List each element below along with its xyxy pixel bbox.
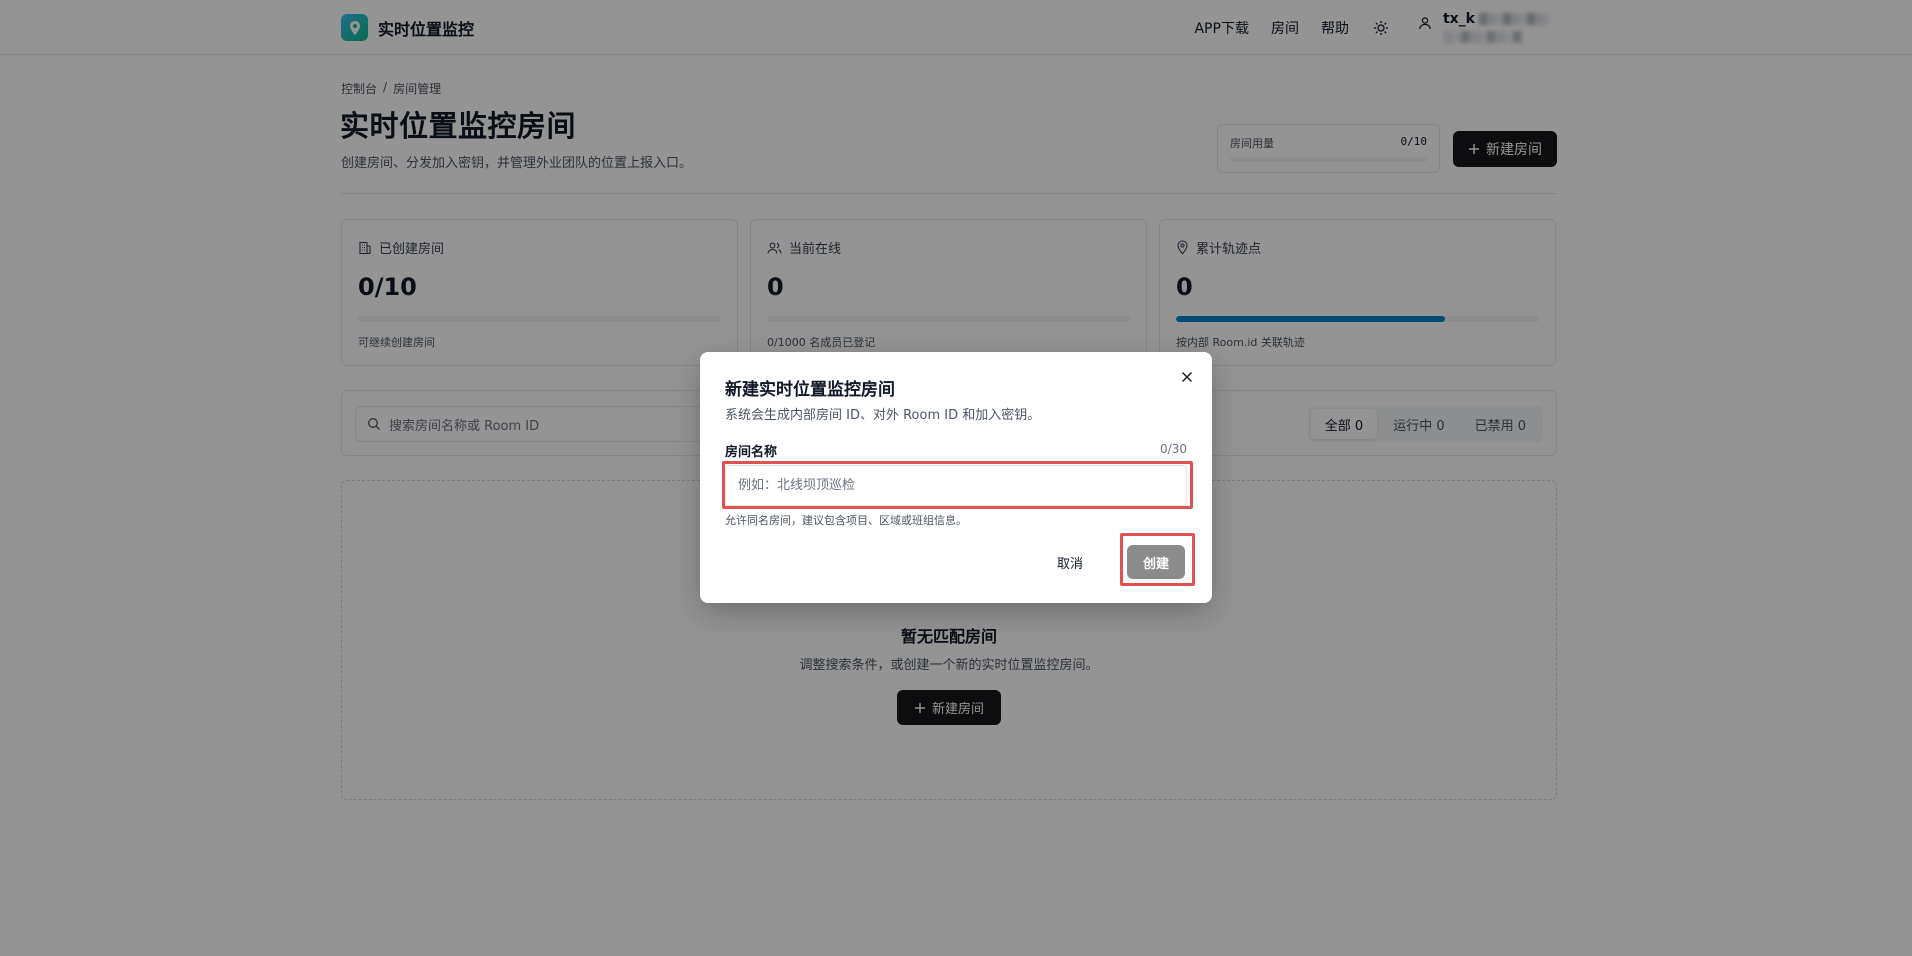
dialog-description: 系统会生成内部房间 ID、对外 Room ID 和加入密钥。 <box>725 408 1041 423</box>
highlight-create-button <box>1120 533 1195 586</box>
highlight-room-name-input <box>722 461 1193 509</box>
room-name-label: 房间名称 <box>725 445 778 460</box>
room-name-hint: 允许同名房间，建议包含项目、区域或班组信息。 <box>725 514 967 527</box>
dialog-title: 新建实时位置监控房间 <box>725 380 895 400</box>
room-name-char-count: 0/30 <box>1160 442 1187 456</box>
cancel-button[interactable]: 取消 <box>1057 552 1083 572</box>
close-icon[interactable] <box>1177 367 1197 387</box>
